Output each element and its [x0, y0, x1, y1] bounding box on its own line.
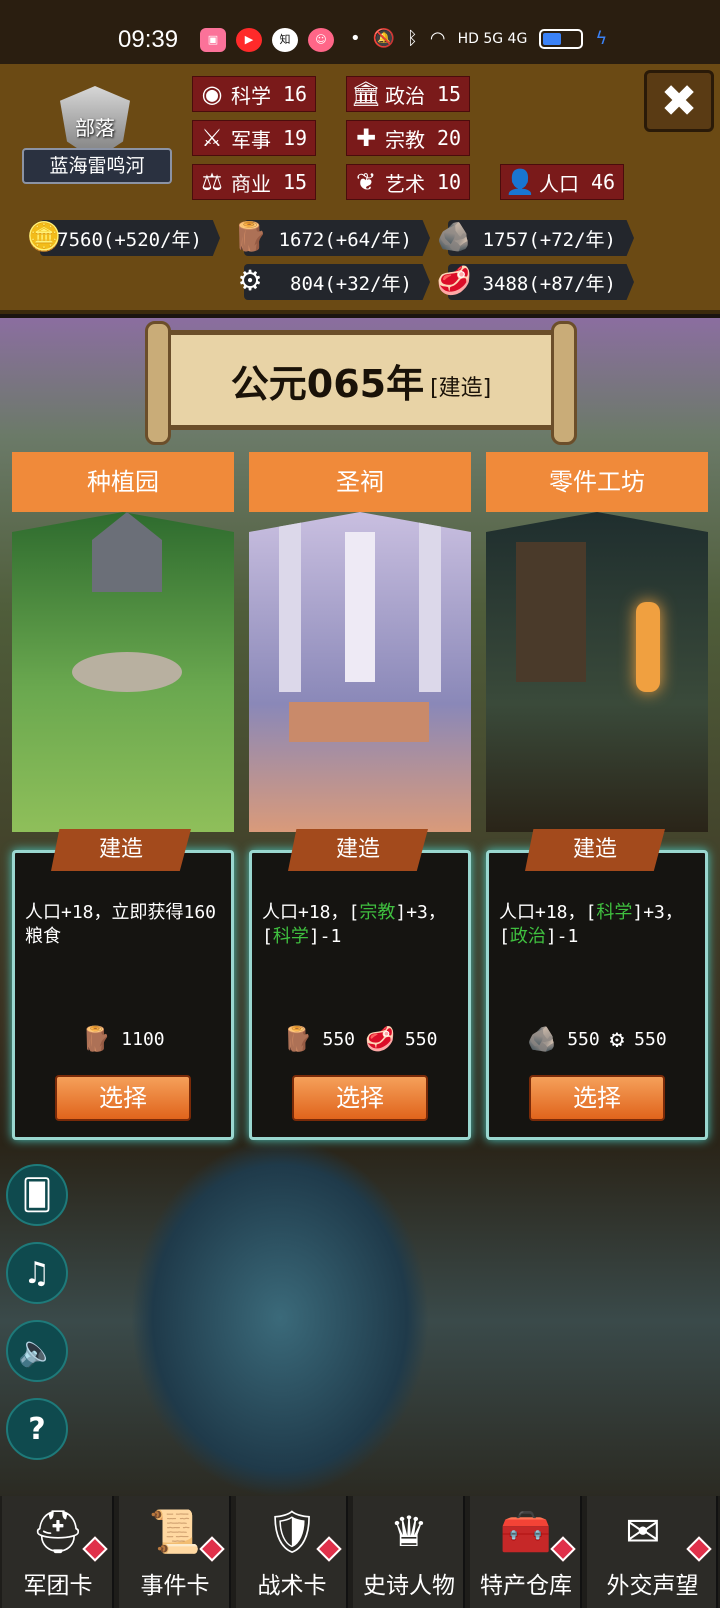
tab-diplomacy-reputation[interactable]: ✉ 外交声望	[587, 1496, 718, 1608]
capitol-icon: 🏛	[350, 80, 382, 108]
card-panel: 建造 人口+18，立即获得160粮食 🪵 1100 选择	[12, 829, 234, 1140]
charging-icon: ϟ	[595, 28, 608, 49]
stat-military: ⚔ 军事 19	[192, 120, 317, 156]
cards-side-button[interactable]: 🂠	[6, 1164, 68, 1226]
stat-commerce: ⚖ 商业 15	[192, 164, 317, 200]
crossed-swords-icon: ⚔	[201, 124, 223, 152]
card-title: 圣祠	[249, 452, 471, 512]
meat-icon: 🥩	[365, 1025, 395, 1053]
notification-dot	[686, 1536, 712, 1562]
wood-logs-icon: 🪵	[232, 219, 268, 253]
sound-side-button[interactable]: 🔈	[6, 1320, 68, 1382]
wifi-icon: ◠	[429, 28, 446, 49]
wood-logs-icon: 🪵	[282, 1025, 313, 1053]
select-button[interactable]: 选择	[529, 1075, 665, 1121]
close-icon: ✖	[660, 75, 698, 127]
stat-population: 👤 人口 46	[500, 164, 625, 200]
zhihu-icon: 知	[272, 28, 298, 52]
select-button[interactable]: 选择	[292, 1075, 428, 1121]
shrine-illustration	[249, 512, 471, 832]
lotus-icon: ❦	[355, 168, 377, 196]
card-ribbon: 建造	[525, 829, 665, 871]
card-title: 零件工坊	[486, 452, 708, 512]
build-card-parts-workshop: 零件工坊 建造 人口+18，[科学]+3，[政治]-1 🪨 550 ⚙ 550 …	[486, 452, 708, 1140]
close-button[interactable]: ✖	[644, 70, 714, 132]
battery-icon	[539, 28, 584, 49]
card-panel: 建造 人口+18，[宗教]+3，[科学]-1 🪵 550 🥩 550 选择	[249, 829, 471, 1140]
year-label: 公元065年	[230, 361, 425, 406]
resource-gold: 27560(+520/年)	[40, 220, 220, 256]
scales-icon: ⚖	[201, 168, 223, 196]
card-description: 人口+18，[科学]+3，[政治]-1	[499, 902, 683, 947]
stat-art: ❦ 艺术 10	[346, 164, 471, 200]
cross-icon: ✚	[355, 124, 377, 152]
emoji-icon: ☺	[308, 28, 334, 52]
music-side-button[interactable]: ♫	[6, 1242, 68, 1304]
person-icon: 👤	[505, 168, 535, 196]
civilization-header: 部落 蓝海雷鸣河 ◉ 科学 16 🏛 政治 15 ⚔ 军事 19 ✚ 宗教 20…	[0, 64, 720, 314]
build-card-plantation: 种植园 建造 人口+18，立即获得160粮食 🪵 1100 选择	[12, 452, 234, 1140]
machine-parts-icon: ⚙	[609, 1025, 625, 1053]
music-note-icon: ♫	[23, 1255, 51, 1291]
card-description: 人口+18，立即获得160粮食	[25, 902, 217, 947]
workshop-illustration	[486, 512, 708, 832]
speaker-icon: 🔈	[18, 1333, 56, 1369]
network-label: HD 5G 4G	[457, 30, 528, 47]
tab-tactic-cards[interactable]: 🛡 战术卡	[236, 1496, 348, 1608]
bilibili-icon: ▣	[200, 28, 226, 52]
tab-legion-cards[interactable]: ⛑ 军团卡	[2, 1496, 114, 1608]
status-time: 09:39	[118, 26, 179, 53]
planet-icon: ◉	[201, 80, 223, 108]
cards-icon: 🂠	[21, 1177, 53, 1213]
helmet-icon: ⛑	[31, 1507, 85, 1556]
tribe-type: 部落	[75, 116, 115, 140]
stat-religion: ✚ 宗教 20	[346, 120, 471, 156]
card-description: 人口+18，[宗教]+3，[科学]-1	[262, 902, 446, 947]
shield-swords-icon: 🛡	[265, 1507, 319, 1556]
status-app-icons: ▣ ▶ 知 ☺	[200, 28, 334, 52]
stat-politics: 🏛 政治 15	[346, 76, 471, 112]
system-icons: • 🔕 ᛒ ◠ HD 5G 4G ϟ	[350, 28, 607, 49]
stone-icon: 🪨	[527, 1025, 558, 1053]
tab-epic-figures[interactable]: ♛ 史诗人物	[353, 1496, 465, 1608]
crown-icon: ♛	[390, 1507, 428, 1556]
river-illustration	[130, 1138, 430, 1498]
wood-logs-icon: 🪵	[81, 1025, 112, 1053]
help-side-button[interactable]: ?	[6, 1398, 68, 1460]
envelope-icon: ✉	[625, 1507, 661, 1556]
machine-parts-icon: ⚙	[237, 263, 263, 297]
mute-icon: 🔕	[372, 28, 396, 49]
select-button[interactable]: 选择	[55, 1075, 191, 1121]
tab-event-cards[interactable]: 📜 事件卡	[119, 1496, 231, 1608]
card-title: 种植园	[12, 452, 234, 512]
stat-science: ◉ 科学 16	[192, 76, 317, 112]
question-icon: ?	[28, 1411, 46, 1447]
scroll-icon: 📜	[148, 1507, 202, 1556]
gold-coins-icon: 🪙	[26, 219, 62, 253]
card-cost: 🪵 550 🥩 550	[282, 1025, 438, 1053]
plantation-illustration	[12, 512, 234, 832]
dot-icon: •	[350, 28, 361, 49]
tab-specialty-warehouse[interactable]: 🧰 特产仓库	[470, 1496, 582, 1608]
treasure-chest-icon: 🧰	[499, 1507, 553, 1556]
card-ribbon: 建造	[288, 829, 428, 871]
stone-icon: 🪨	[436, 219, 472, 253]
bluetooth-icon: ᛒ	[407, 28, 418, 49]
card-panel: 建造 人口+18，[科学]+3，[政治]-1 🪨 550 ⚙ 550 选择	[486, 829, 708, 1140]
video-icon: ▶	[236, 28, 262, 52]
year-scroll-banner: 公元065年 [建造]	[145, 321, 577, 445]
card-cost: 🪨 550 ⚙ 550	[527, 1025, 667, 1053]
meat-icon: 🥩	[436, 263, 472, 297]
mode-label: [建造]	[430, 376, 492, 401]
tribe-name: 蓝海雷鸣河	[22, 148, 172, 184]
bottom-navigation: ⛑ 军团卡 📜 事件卡 🛡 战术卡 ♛ 史诗人物 🧰 特产仓库 ✉ 外交声望	[0, 1496, 720, 1608]
card-cost: 🪵 1100	[81, 1025, 165, 1053]
build-card-shrine: 圣祠 建造 人口+18，[宗教]+3，[科学]-1 🪵 550 🥩 550 选择	[249, 452, 471, 1140]
card-ribbon: 建造	[51, 829, 191, 871]
status-bar: 09:39 ▣ ▶ 知 ☺ • 🔕 ᛒ ◠ HD 5G 4G ϟ	[0, 0, 720, 64]
